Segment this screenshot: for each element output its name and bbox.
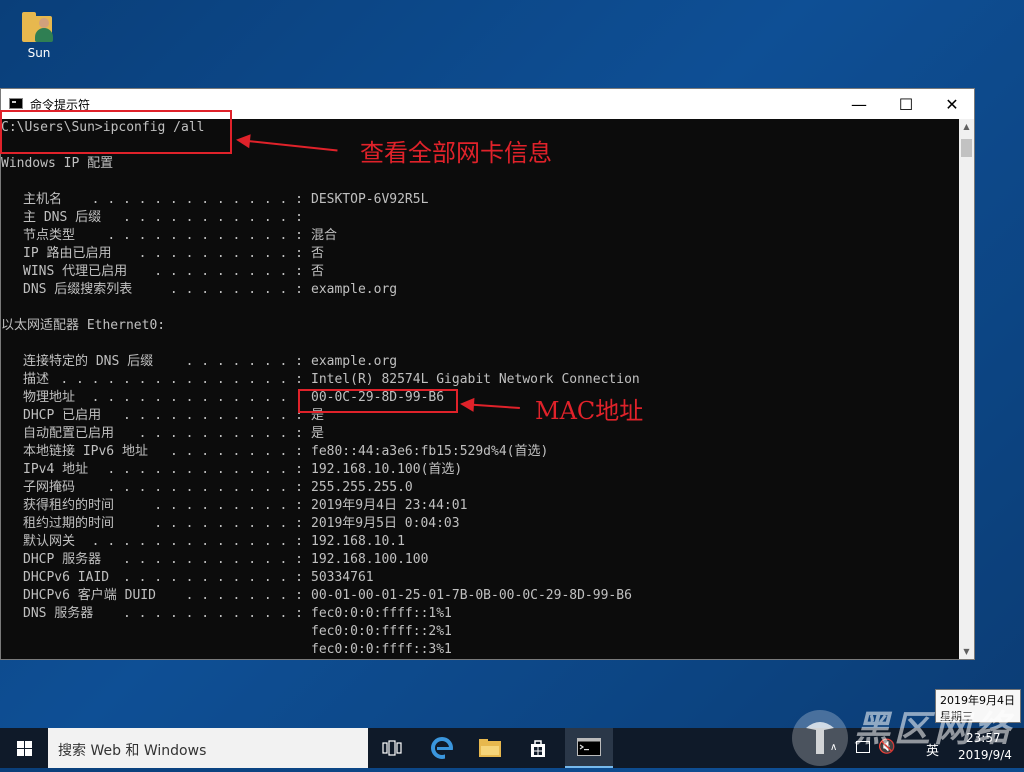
ip-config-row-dots: . . . . . . . . . : [146, 264, 303, 279]
adapter-row-value: 2019年9月5日 0:04:03 [311, 516, 460, 531]
adapter-row-dots: . . . . . . . . . . . : [115, 408, 303, 423]
adapter-row-dots: . . . . . . . . . . . : [115, 606, 303, 621]
command-highlight-box [0, 110, 232, 154]
adapter-header: 以太网适配器 Ethernet0: [1, 318, 166, 333]
ip-config-row-value: 否 [311, 246, 325, 261]
adapter-row-dots: . . . . . . . . . . . . : [99, 480, 303, 495]
start-button[interactable] [0, 728, 48, 768]
dns-server-extra: fec0:0:0:ffff::3%1 [311, 642, 452, 657]
ip-config-row-dots: . . . . . . . . . . : [130, 246, 303, 261]
cmd-app-icon[interactable] [9, 98, 23, 109]
maximize-icon: ☐ [898, 94, 914, 114]
adapter-row-value: 是 [311, 426, 325, 441]
adapter-row-dots: . . . . . . . : [177, 354, 303, 369]
ip-config-row-value: 否 [311, 264, 325, 279]
adapter-row-dots: . . . . . . . . . . : [138, 426, 303, 441]
adapter-row-dots: . . . . . . . . : [169, 444, 303, 459]
dns-server-extra: fec0:0:0:ffff::2%1 [311, 624, 452, 639]
cmd-taskbar-button[interactable] [565, 728, 613, 768]
edge-button[interactable] [418, 728, 466, 768]
ip-config-row-dots: . . . . . . . . . . . : [115, 210, 303, 225]
windows-ip-header: Windows IP 配置 [1, 156, 114, 171]
adapter-row-value: 2019年9月4日 23:44:01 [311, 498, 468, 513]
ip-config-row-value: example.org [311, 282, 398, 297]
adapter-row-dots: . . . . . . . . . . . . . : [91, 390, 303, 405]
scroll-up-icon[interactable]: ▲ [959, 119, 974, 134]
close-icon: ✕ [945, 94, 959, 114]
adapter-row-value: 192.168.10.1 [311, 534, 405, 549]
desktop-icon-label: Sun [27, 46, 51, 60]
adapter-row-dots: . . . . . . . . . . . . : [99, 462, 303, 477]
ip-config-row-value: DESKTOP-6V92R5L [311, 192, 429, 207]
store-icon [531, 740, 545, 757]
task-view-icon [382, 740, 402, 756]
desktop-icon-sun[interactable]: Sun [14, 10, 64, 60]
adapter-row-dots: . . . . . . . . . . . : [115, 552, 303, 567]
folder-icon [479, 739, 501, 757]
scroll-down-icon[interactable]: ▼ [959, 644, 974, 659]
store-button[interactable] [514, 728, 562, 768]
cmd-window: 命令提示符 — ☐ ✕ C:\Users\Sun>ipconfig /all W… [0, 88, 975, 660]
watermark-text: 黑区网络 [854, 709, 1015, 750]
cmd-icon [577, 738, 601, 756]
minimize-button[interactable]: — [836, 89, 882, 119]
mac-annotation: MAC地址 [535, 397, 644, 425]
adapter-row-value: fe80::44:a3e6:fb15:529d%4(首选) [311, 444, 549, 459]
close-button[interactable]: ✕ [929, 89, 975, 119]
ip-config-row-dots: . . . . . . . . . . . . : [99, 228, 303, 243]
ip-config-row-dots: . . . . . . . . . . . . . : [83, 192, 303, 207]
adapter-row-dots: . . . . . . . . . : [146, 498, 303, 513]
user-folder-icon [22, 12, 56, 42]
adapter-row-value: 255.255.255.0 [311, 480, 413, 495]
command-annotation: 查看全部网卡信息 [360, 139, 552, 167]
adapter-row-value: fec0:0:0:ffff::1%1 [311, 606, 452, 621]
maximize-button[interactable]: ☐ [883, 89, 929, 119]
adapter-row-value: 192.168.10.100(首选) [311, 462, 463, 477]
adapter-row-value: 192.168.100.100 [311, 552, 429, 567]
adapter-row-dots: . . . . . . . : [177, 588, 303, 603]
task-view-button[interactable] [368, 728, 416, 768]
ip-config-row-value: 混合 [311, 228, 338, 243]
adapter-row-value: 50334761 [311, 570, 374, 585]
minimize-icon: — [851, 94, 867, 114]
taskbar-search-box[interactable]: 搜索 Web 和 Windows [48, 728, 368, 768]
adapter-row-dots: . . . . . . . . . : [146, 516, 303, 531]
scroll-thumb[interactable] [961, 139, 972, 157]
search-placeholder: 搜索 Web 和 Windows [58, 743, 207, 759]
adapter-row-value: example.org [311, 354, 398, 369]
vertical-scrollbar[interactable]: ▲ ▼ [959, 119, 974, 659]
edge-icon [431, 737, 453, 759]
adapter-row-dots: . . . . . . . . . . . . . . . : [60, 372, 303, 387]
adapter-row-dots: . . . . . . . . . . . . . : [91, 534, 303, 549]
adapter-row-value: 00-01-00-01-25-01-7B-0B-00-0C-29-8D-99-B… [311, 588, 632, 603]
console-output[interactable]: C:\Users\Sun>ipconfig /all Windows IP 配置… [1, 119, 959, 659]
mac-highlight-box [298, 389, 458, 413]
adapter-row-value: Intel(R) 82574L Gigabit Network Connecti… [311, 372, 640, 387]
adapter-row-dots: . . . . . . . . . . . : [115, 570, 303, 585]
watermark-logo: 黑区网络 [790, 700, 1018, 768]
file-explorer-button[interactable] [466, 728, 514, 768]
ip-config-row-dots: . . . . . . . . : [162, 282, 303, 297]
